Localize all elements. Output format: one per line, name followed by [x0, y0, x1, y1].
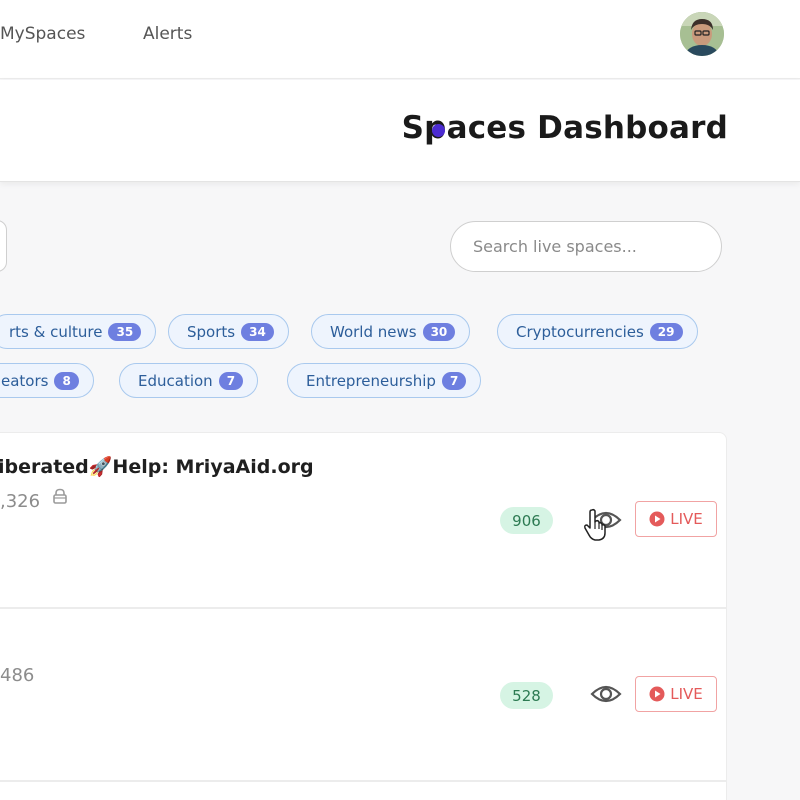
- live-label: LIVE: [670, 685, 703, 703]
- hand-pointer-icon: [584, 508, 606, 541]
- live-button[interactable]: LIVE: [635, 676, 717, 712]
- chip-count-badge: 7: [218, 371, 244, 390]
- page-header: Spaces Dashboard: [0, 80, 800, 182]
- category-chip-sports[interactable]: Sports 34: [168, 314, 289, 349]
- eye-icon[interactable]: [590, 682, 622, 706]
- chip-label: Sports: [187, 322, 236, 341]
- space-title[interactable]: iberated🚀Help: MriyaAid.org: [0, 455, 314, 478]
- page-title: Spaces Dashboard: [401, 110, 728, 146]
- nav-link-alerts[interactable]: Alerts: [143, 24, 192, 44]
- chip-label: eators: [1, 371, 49, 390]
- participant-count-badge: 906: [500, 507, 553, 534]
- chip-label: Education: [138, 371, 213, 390]
- nav-link-myspaces[interactable]: MySpaces: [0, 24, 85, 44]
- space-listener-count: 486: [0, 665, 35, 686]
- chip-count-badge: 29: [649, 322, 683, 341]
- chip-count-badge: 34: [241, 322, 274, 341]
- chip-count-badge: 8: [54, 371, 79, 390]
- participant-count-badge: 528: [500, 682, 553, 709]
- cursor-dot: [432, 124, 445, 137]
- user-avatar-icon: [680, 12, 724, 56]
- chip-label: Entrepreneurship: [306, 371, 436, 390]
- top-navbar: MySpaces Alerts: [0, 0, 800, 79]
- chip-label: rts & culture: [9, 322, 103, 341]
- space-card[interactable]: [0, 781, 727, 800]
- chip-label: World news: [330, 322, 417, 341]
- category-chip-cryptocurrencies[interactable]: Cryptocurrencies 29: [497, 314, 698, 349]
- live-label: LIVE: [670, 510, 703, 528]
- filter-select[interactable]: [0, 220, 7, 272]
- category-chip-education[interactable]: Education 7: [119, 363, 259, 398]
- live-button[interactable]: LIVE: [635, 501, 717, 537]
- chip-label: Cryptocurrencies: [516, 322, 644, 341]
- chip-count-badge: 35: [108, 322, 142, 341]
- category-chip-arts-culture[interactable]: rts & culture 35: [0, 314, 157, 349]
- lock-icon: [53, 488, 67, 504]
- chip-count-badge: 30: [422, 322, 456, 341]
- avatar[interactable]: [680, 12, 724, 56]
- category-chip-entrepreneurship[interactable]: Entrepreneurship 7: [287, 363, 482, 398]
- search-input[interactable]: [450, 221, 722, 272]
- category-chip-world-news[interactable]: World news 30: [311, 314, 471, 349]
- chip-count-badge: 7: [441, 371, 467, 390]
- play-icon: [649, 511, 665, 527]
- play-icon: [649, 686, 665, 702]
- space-listener-count: ,326: [0, 491, 41, 512]
- category-chip-creators[interactable]: eators 8: [0, 363, 94, 398]
